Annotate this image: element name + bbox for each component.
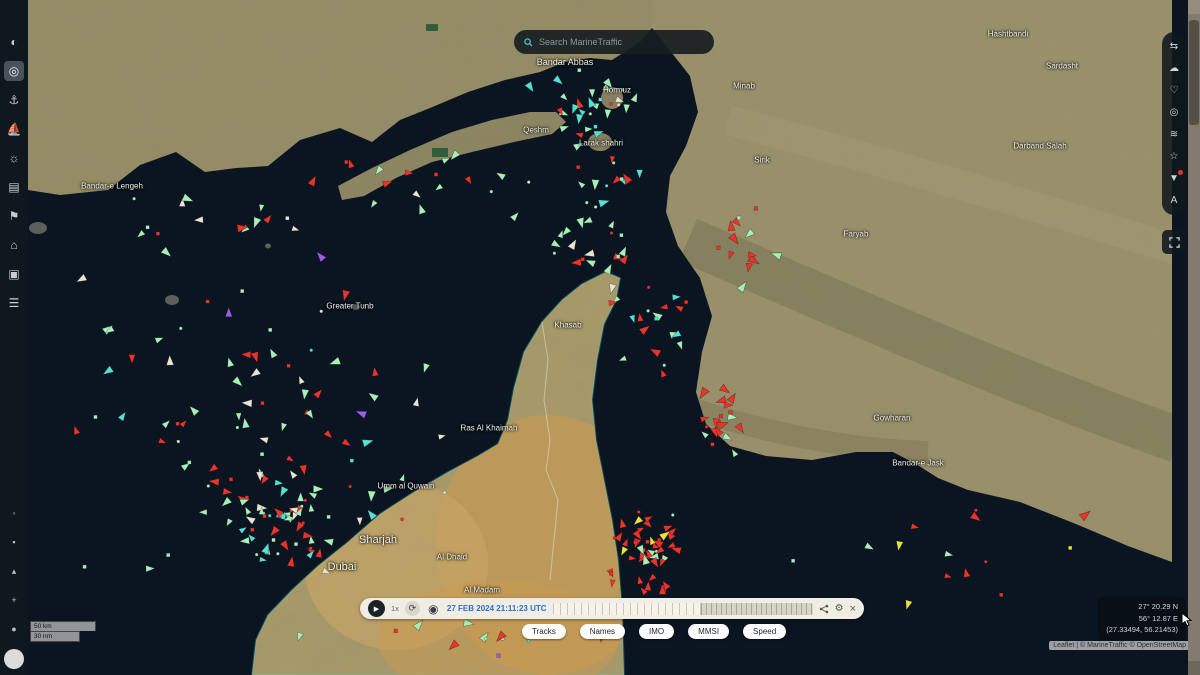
toggle-imo[interactable]: IMO [639, 624, 674, 639]
map-place-label: Larak shahri [579, 139, 623, 148]
timeline-track[interactable] [553, 603, 813, 615]
cursor-coordinates: 27° 20.29 N 56° 12.87 E (27.33494, 56.21… [1098, 597, 1186, 640]
vessels-icon[interactable]: ⛵ [4, 119, 24, 139]
map-place-label: Sardasht [1046, 62, 1078, 71]
search-icon [524, 38, 533, 47]
map-place-label: Al Dhaid [437, 553, 467, 562]
search-placeholder: Search MarineTraffic [539, 37, 622, 47]
map-place-label: Qeshm [523, 126, 549, 135]
lights-icon[interactable]: ☼ [4, 148, 24, 168]
map-scale: 50 km 30 nm [30, 621, 96, 642]
play-button[interactable]: ▶ [368, 600, 385, 617]
favorites-icon[interactable]: ♡ [1166, 83, 1182, 98]
coordinate-lat: 27° 20.29 N [1106, 601, 1178, 613]
timeline-elapsed [553, 603, 701, 615]
notification-dot [1178, 170, 1183, 175]
my-location-icon[interactable]: ◎ [1166, 105, 1182, 120]
toggle-names[interactable]: Names [580, 624, 625, 639]
right-toolbar: ⇆ ☁ ♡ ◎ ≋ ☆ ▼ A [1162, 32, 1186, 215]
left-toolbar-footer: ◦ ▪ ▴ + ● [4, 503, 24, 639]
playback-bar: ▶ 1x ⟳ ◉ 27 FEB 2024 21:11:23 UTC ⚙ × [360, 598, 864, 619]
more-tools-icon[interactable]: ☰ [4, 293, 24, 313]
notifications-icon[interactable]: ● [4, 619, 24, 639]
map-place-label: Ras Al Khaimah [461, 424, 518, 433]
ports-icon[interactable]: ⚓ [4, 90, 24, 110]
loop-button[interactable]: ⟳ [405, 601, 420, 616]
share-button[interactable] [819, 604, 829, 614]
playback-speed[interactable]: 1x [391, 604, 399, 613]
map-place-label: Khasab [554, 321, 581, 330]
toggle-mmsi[interactable]: MMSI [688, 624, 729, 639]
areas-icon[interactable]: ▣ [4, 264, 24, 284]
map-place-label: Bandar-e Jask [892, 459, 944, 468]
timeline-remaining [701, 603, 813, 615]
map-place-label: Sirik [754, 156, 770, 165]
left-toolbar: ◐ ◎ ⚓ ⛵ ☼ ▤ ⚑ ⌂ ▣ ☰ ◦ ▪ ▴ + ● [0, 0, 28, 675]
display-toggles: Tracks Names IMO MMSI Speed [522, 624, 786, 639]
map-place-label: Sharjah [359, 534, 397, 546]
map-place-label: Al Madam [464, 586, 500, 595]
alerts-icon[interactable]: ▴ [4, 561, 24, 581]
close-playback-button[interactable]: × [850, 603, 856, 615]
map-place-label: Umm al Quwain [378, 482, 435, 491]
scrollbar-down-button[interactable] [1188, 661, 1200, 675]
map-style-icon[interactable]: ◐ [4, 32, 24, 52]
map-labels: Bandar Abbas Hormuz Qeshm Larak shahri Banda… [0, 0, 1200, 675]
map-place-label: Minab [733, 82, 755, 91]
starred-icon[interactable]: ☆ [1166, 149, 1182, 164]
scrollbar-thumb[interactable] [1189, 20, 1199, 125]
share-icon [819, 604, 829, 614]
stations-icon[interactable]: ⌂ [4, 235, 24, 255]
coordinate-decimal: (27.33494, 56.21453) [1106, 624, 1178, 636]
filters-icon[interactable]: ▼ [1166, 171, 1182, 186]
fullscreen-button[interactable] [1162, 230, 1186, 254]
account-avatar[interactable] [4, 649, 24, 669]
my-fleet-icon[interactable]: ⚑ [4, 206, 24, 226]
search-bar[interactable]: Search MarineTraffic [514, 30, 714, 54]
map-place-label: Dubai [328, 561, 357, 573]
map-place-label: Greater Tunb [326, 302, 373, 311]
layers-icon[interactable]: ◎ [4, 61, 24, 81]
compare-icon[interactable]: ⇆ [1166, 39, 1182, 54]
playback-timestamp[interactable]: 27 FEB 2024 21:11:23 UTC [447, 604, 547, 613]
scale-metric: 50 km [30, 621, 96, 631]
map-place-label: Faryab [844, 230, 869, 239]
map-place-label: Bandar Abbas [537, 57, 594, 67]
map-place-label: Bandar-e Lengeh [81, 182, 143, 191]
density-maps-icon[interactable]: ▤ [4, 177, 24, 197]
settings-button[interactable]: ⚙ [835, 603, 844, 614]
map-attribution: Leaflet | © MarineTraffic © OpenStreetMa… [1049, 641, 1190, 650]
map-place-label: Darband Salah [1013, 142, 1066, 151]
map-place-label: Hormuz [603, 86, 631, 95]
help-icon[interactable]: ◦ [4, 503, 24, 523]
scale-nautical: 30 nm [30, 631, 80, 642]
marinetraffic-app: Bandar Abbas Hormuz Qeshm Larak shahri Banda… [0, 0, 1200, 675]
weather-icon[interactable]: ☁ [1166, 61, 1182, 76]
map-place-label: Gowharan [874, 414, 911, 423]
fullscreen-icon [1169, 237, 1180, 248]
vessel-labels-icon[interactable]: A [1166, 193, 1182, 208]
map-place-label: Hashtbandi [988, 30, 1028, 39]
settings-icon[interactable]: ▪ [4, 532, 24, 552]
coordinate-lon: 56° 12.87 E [1106, 613, 1178, 625]
location-icon[interactable]: + [4, 590, 24, 610]
left-toolbar-main: ◐ ◎ ⚓ ⛵ ☼ ▤ ⚑ ⌂ ▣ ☰ [4, 32, 24, 313]
toggle-tracks[interactable]: Tracks [522, 624, 566, 639]
page-scrollbar[interactable] [1188, 0, 1200, 675]
scrollbar-up-button[interactable] [1188, 0, 1200, 14]
sea-conditions-icon[interactable]: ≋ [1166, 127, 1182, 142]
toggle-speed[interactable]: Speed [743, 624, 786, 639]
timezone-button[interactable]: ◉ [426, 601, 441, 616]
